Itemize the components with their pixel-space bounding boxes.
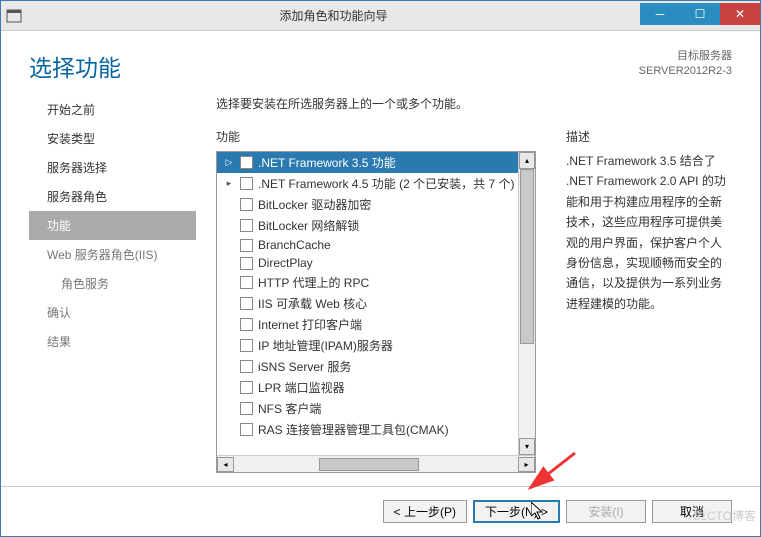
feature-row[interactable]: LPR 端口监视器	[217, 377, 535, 398]
next-button[interactable]: 下一步(N) >	[473, 500, 560, 523]
target-server-name: SERVER2012R2-3	[639, 64, 732, 79]
feature-row[interactable]: iSNS Server 服务	[217, 356, 535, 377]
wizard-steps-sidebar: 开始之前安装类型服务器选择服务器角色功能Web 服务器角色(IIS)角色服务确认…	[1, 91, 196, 473]
intro-text: 选择要安装在所选服务器上的一个或多个功能。	[216, 95, 732, 112]
feature-row[interactable]: ▸ .NET Framework 4.5 功能 (2 个已安装，共 7 个)	[217, 173, 535, 194]
feature-label: LPR 端口监视器	[258, 379, 345, 396]
feature-label: NFS 客户端	[258, 400, 321, 417]
scroll-thumb-h[interactable]	[319, 458, 418, 471]
wizard-footer: < 上一步(P) 下一步(N) > 安装(I) 取消	[1, 486, 760, 536]
app-icon	[6, 8, 22, 24]
scroll-left-icon[interactable]: ◂	[217, 457, 234, 472]
feature-checkbox[interactable]	[240, 257, 253, 270]
sidebar-step[interactable]: 安装类型	[29, 124, 196, 153]
sidebar-step[interactable]: 服务器角色	[29, 182, 196, 211]
feature-checkbox[interactable]	[240, 276, 253, 289]
features-title: 功能	[216, 128, 536, 145]
features-tree[interactable]: ▷ .NET Framework 3.5 功能 ▸ .NET Framework 4.…	[216, 151, 536, 473]
scroll-thumb[interactable]	[520, 169, 534, 344]
feature-row[interactable]: RAS 连接管理器管理工具包(CMAK)	[217, 419, 535, 440]
sidebar-step[interactable]: 角色服务	[29, 269, 196, 298]
feature-checkbox[interactable]	[240, 423, 253, 436]
feature-row[interactable]: NFS 客户端	[217, 398, 535, 419]
feature-row[interactable]: BranchCache	[217, 236, 535, 254]
titlebar-text: 添加角色和功能向导	[27, 7, 640, 24]
expand-icon[interactable]: ▷	[223, 157, 235, 168]
install-button[interactable]: 安装(I)	[566, 500, 646, 523]
feature-label: BitLocker 驱动器加密	[258, 196, 371, 213]
feature-label: Internet 打印客户端	[258, 316, 362, 333]
sidebar-step[interactable]: 开始之前	[29, 95, 196, 124]
page-title: 选择功能	[29, 49, 121, 83]
feature-checkbox[interactable]	[240, 360, 253, 373]
feature-label: HTTP 代理上的 RPC	[258, 274, 369, 291]
feature-row[interactable]: BitLocker 驱动器加密	[217, 194, 535, 215]
watermark: 51CTO博客	[694, 507, 756, 524]
vertical-scrollbar[interactable]: ▴ ▾	[518, 152, 535, 455]
scroll-up-icon[interactable]: ▴	[519, 152, 535, 169]
feature-checkbox[interactable]	[240, 381, 253, 394]
feature-row[interactable]: ▷ .NET Framework 3.5 功能	[217, 152, 535, 173]
description-text: .NET Framework 3.5 结合了 .NET Framework 2.…	[566, 151, 732, 314]
feature-checkbox[interactable]	[240, 339, 253, 352]
feature-row[interactable]: IIS 可承载 Web 核心	[217, 293, 535, 314]
target-label: 目标服务器	[639, 49, 732, 64]
feature-checkbox[interactable]	[240, 177, 253, 190]
header: 选择功能 目标服务器 SERVER2012R2-3	[1, 31, 760, 91]
feature-row[interactable]: BitLocker 网络解锁	[217, 215, 535, 236]
previous-button[interactable]: < 上一步(P)	[383, 500, 467, 523]
feature-checkbox[interactable]	[240, 156, 253, 169]
close-button[interactable]: ✕	[720, 3, 760, 25]
feature-label: BitLocker 网络解锁	[258, 217, 359, 234]
sidebar-step[interactable]: 确认	[29, 298, 196, 327]
horizontal-scrollbar[interactable]: ◂ ▸	[217, 455, 535, 472]
target-server-info: 目标服务器 SERVER2012R2-3	[639, 49, 732, 80]
feature-label: .NET Framework 3.5 功能	[258, 154, 396, 171]
sidebar-step[interactable]: Web 服务器角色(IIS)	[29, 240, 196, 269]
feature-checkbox[interactable]	[240, 219, 253, 232]
maximize-button[interactable]: ☐	[680, 3, 720, 25]
feature-label: IP 地址管理(IPAM)服务器	[258, 337, 393, 354]
feature-checkbox[interactable]	[240, 402, 253, 415]
expand-icon[interactable]: ▸	[223, 178, 235, 189]
feature-label: BranchCache	[258, 238, 331, 252]
feature-label: RAS 连接管理器管理工具包(CMAK)	[258, 421, 449, 438]
feature-label: DirectPlay	[258, 256, 313, 270]
sidebar-step[interactable]: 功能	[29, 211, 196, 240]
feature-checkbox[interactable]	[240, 198, 253, 211]
minimize-button[interactable]: ─	[640, 3, 680, 25]
feature-label: iSNS Server 服务	[258, 358, 351, 375]
feature-checkbox[interactable]	[240, 297, 253, 310]
feature-row[interactable]: Internet 打印客户端	[217, 314, 535, 335]
description-title: 描述	[566, 128, 732, 145]
feature-label: IIS 可承载 Web 核心	[258, 295, 367, 312]
feature-checkbox[interactable]	[240, 239, 253, 252]
titlebar: 添加角色和功能向导 ─ ☐ ✕	[1, 1, 760, 31]
feature-label: .NET Framework 4.5 功能 (2 个已安装，共 7 个)	[258, 175, 514, 192]
scroll-right-icon[interactable]: ▸	[518, 457, 535, 472]
sidebar-step[interactable]: 服务器选择	[29, 153, 196, 182]
scroll-down-icon[interactable]: ▾	[519, 438, 535, 455]
feature-row[interactable]: IP 地址管理(IPAM)服务器	[217, 335, 535, 356]
feature-checkbox[interactable]	[240, 318, 253, 331]
feature-row[interactable]: HTTP 代理上的 RPC	[217, 272, 535, 293]
feature-row[interactable]: DirectPlay	[217, 254, 535, 272]
sidebar-step[interactable]: 结果	[29, 327, 196, 356]
